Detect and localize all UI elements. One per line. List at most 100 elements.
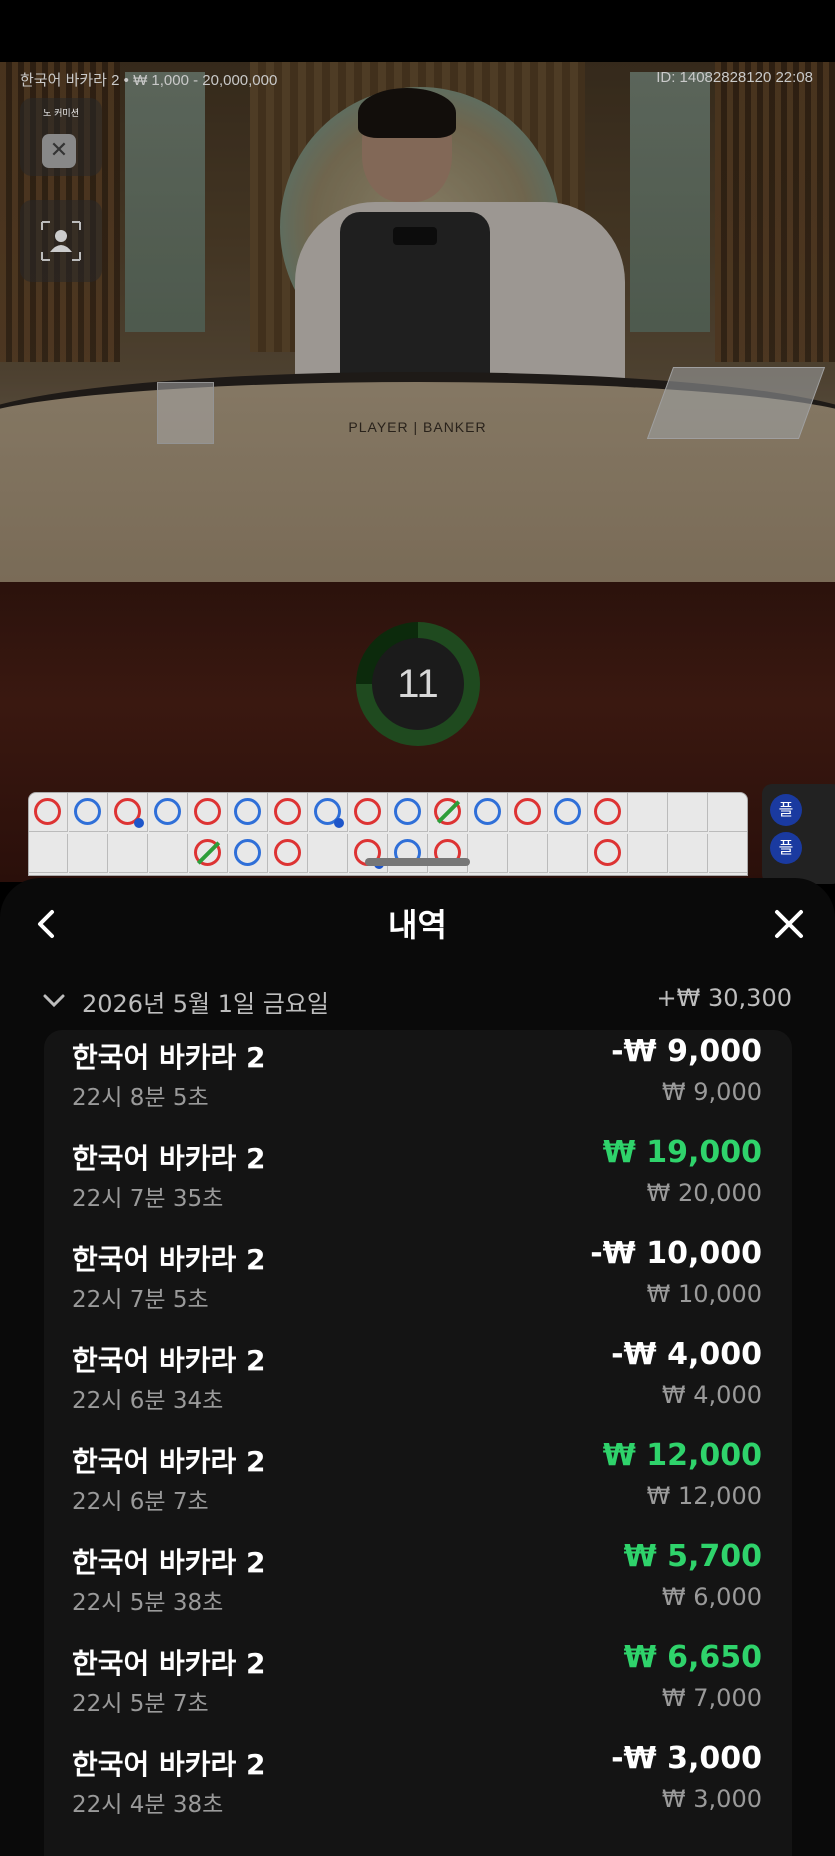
game-name: 한국어 바카라 2 — [72, 1243, 266, 1276]
road-cell — [149, 834, 188, 873]
player-marker — [474, 798, 501, 825]
player-chip: 플 — [770, 794, 802, 826]
countdown-value: 11 — [397, 662, 439, 706]
road-cell — [29, 834, 68, 873]
banker-marker — [594, 839, 621, 866]
game-name: 한국어 바카라 2 — [72, 1748, 266, 1781]
game-name: 한국어 바카라 2 — [72, 1546, 266, 1579]
road-cell — [349, 834, 388, 873]
bet-amount: ₩ 4,000 — [661, 1381, 762, 1409]
result-amount: -₩ 9,000 — [611, 1034, 762, 1069]
result-amount: ₩ 12,000 — [602, 1438, 762, 1473]
date-group-header[interactable]: 2026년 5월 1일 금요일 +₩ 30,300 — [40, 978, 792, 1022]
close-icon: ✕ — [42, 134, 76, 168]
road-cell — [669, 793, 708, 832]
game-name: 한국어 바카라 2 — [72, 1647, 266, 1680]
table-info: 한국어 바카라 2 • ₩ 1,000 - 20,000,000 — [20, 72, 278, 89]
game-name: 한국어 바카라 2 — [72, 1445, 266, 1478]
banker-marker — [514, 798, 541, 825]
status-bar — [0, 0, 835, 62]
banker-marker — [34, 798, 61, 825]
road-cell — [629, 793, 668, 832]
road-cell — [429, 793, 468, 832]
result-amount: -₩ 10,000 — [590, 1236, 762, 1271]
entry-time: 22시 6분 34초 — [72, 1388, 224, 1414]
player-marker — [74, 798, 101, 825]
road-cell — [109, 834, 148, 873]
history-list: 한국어 바카라 2 22시 8분 5초 -₩ 9,000 ₩ 9,000 한국어 바카라… — [44, 1030, 792, 1856]
pair-dot — [334, 818, 344, 828]
road-cell — [189, 793, 228, 832]
road-cell — [389, 834, 428, 873]
history-entry[interactable]: 한국어 바카라 2 22시 5분 7초 ₩ 6,650 ₩ 7,000 — [44, 1636, 792, 1736]
road-cell — [709, 834, 747, 873]
road-cell — [509, 834, 548, 873]
player-marker — [554, 798, 581, 825]
countdown-timer: 11 — [356, 622, 480, 746]
entry-time: 22시 4분 38초 — [72, 1792, 224, 1818]
round-id: ID: 14082828120 22:08 — [656, 69, 813, 86]
result-amount: ₩ 5,700 — [623, 1539, 762, 1574]
banker-marker — [354, 798, 381, 825]
history-entry[interactable]: 한국어 바카라 2 22시 6분 7초 ₩ 12,000 ₩ 12,000 — [44, 1434, 792, 1534]
banker-marker — [274, 839, 301, 866]
game-name: 한국어 바카라 2 — [72, 1142, 266, 1175]
history-entry[interactable]: 한국어 바카라 2 22시 8분 5초 -₩ 9,000 ₩ 9,000 — [44, 1030, 792, 1130]
road-cell — [509, 793, 548, 832]
road-cell — [549, 793, 588, 832]
road-cell — [629, 834, 668, 873]
chevron-down-icon — [43, 994, 65, 1008]
pair-dot — [134, 818, 144, 828]
bet-amount: ₩ 9,000 — [661, 1078, 762, 1106]
bet-amount: ₩ 6,000 — [661, 1583, 762, 1611]
bet-amount: ₩ 12,000 — [646, 1482, 762, 1510]
sheet-title: 내역 — [388, 906, 447, 944]
video-dim-overlay — [0, 62, 835, 582]
player-marker — [154, 798, 181, 825]
road-cell — [669, 834, 708, 873]
drag-handle[interactable] — [365, 858, 470, 866]
road-cell — [309, 834, 348, 873]
date-label: 2026년 5월 1일 금요일 — [82, 990, 329, 1018]
road-cell — [269, 834, 308, 873]
history-sheet: 내역 2026년 5월 1일 금요일 +₩ 30,300 한국어 바카라 2 22… — [0, 878, 835, 1856]
player-marker — [234, 798, 261, 825]
road-cell — [469, 793, 508, 832]
entry-time: 22시 5분 7초 — [72, 1691, 209, 1717]
player-marker — [394, 798, 421, 825]
live-video: PLAYER | BANKER — [0, 62, 835, 582]
road-cell — [269, 793, 308, 832]
road-cell — [69, 834, 108, 873]
road-cell — [589, 834, 628, 873]
entry-time: 22시 7분 35초 — [72, 1186, 224, 1212]
bet-amount: ₩ 20,000 — [646, 1179, 762, 1207]
road-cell — [29, 793, 68, 832]
close-icon[interactable] — [769, 904, 809, 944]
history-entry[interactable]: 한국어 바카라 2 22시 5분 38초 ₩ 5,700 ₩ 6,000 — [44, 1535, 792, 1635]
road-cell — [69, 793, 108, 832]
road-cell — [309, 793, 348, 832]
player-view-button[interactable] — [20, 200, 102, 282]
no-commission-label: 노 커미션 — [43, 109, 79, 119]
side-roadmap[interactable]: 플 플 — [762, 784, 835, 884]
road-cell — [189, 834, 228, 873]
road-cell — [229, 834, 268, 873]
history-entry[interactable]: 한국어 바카라 2 22시 6분 34초 -₩ 4,000 ₩ 4,000 — [44, 1333, 792, 1433]
game-name: 한국어 바카라 2 — [72, 1041, 266, 1074]
date-total: +₩ 30,300 — [656, 984, 792, 1012]
no-commission-toggle[interactable]: 노 커미션 ✕ — [20, 98, 102, 176]
player-marker — [234, 839, 261, 866]
history-entry[interactable]: 한국어 바카라 2 22시 7분 5초 -₩ 10,000 ₩ 10,000 — [44, 1232, 792, 1332]
road-cell — [709, 793, 747, 832]
road-cell — [429, 834, 468, 873]
road-cell — [229, 793, 268, 832]
bet-amount: ₩ 10,000 — [646, 1280, 762, 1308]
entry-time: 22시 7분 5초 — [72, 1287, 209, 1313]
history-entry[interactable]: 한국어 바카라 2 22시 4분 38초 -₩ 3,000 ₩ 3,000 — [44, 1737, 792, 1837]
person-icon — [41, 221, 81, 261]
road-cell — [109, 793, 148, 832]
result-amount: -₩ 3,000 — [611, 1741, 762, 1776]
entry-time: 22시 5분 38초 — [72, 1590, 224, 1616]
history-entry[interactable]: 한국어 바카라 2 22시 7분 35초 ₩ 19,000 ₩ 20,000 — [44, 1131, 792, 1231]
entry-time: 22시 8분 5초 — [72, 1085, 209, 1111]
